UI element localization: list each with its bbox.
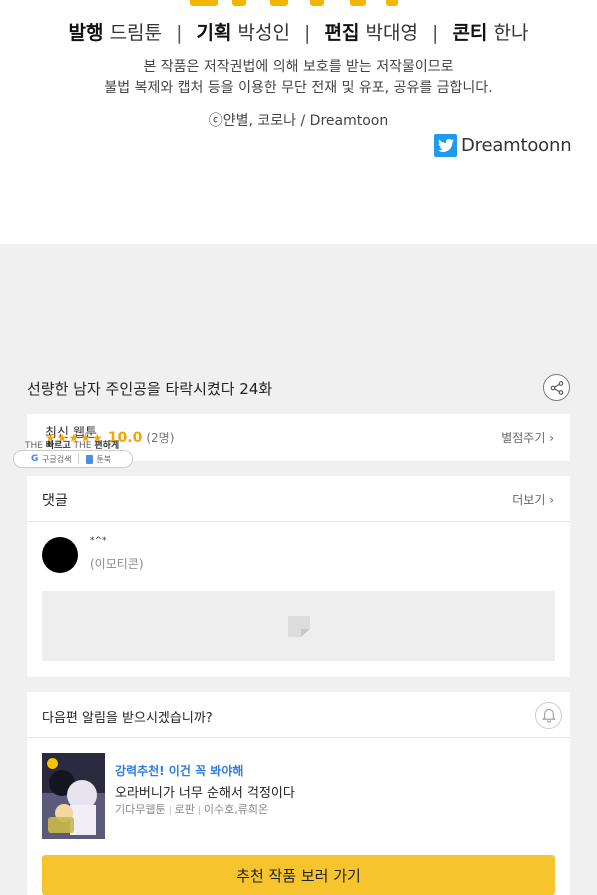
staff-credits: 발행 드림툰 | 기획 박성인 | 편집 박대영 | 콘티 한나 xyxy=(0,18,597,45)
notify-bell-button[interactable] xyxy=(535,702,562,729)
conti-label: 콘티 xyxy=(452,22,488,44)
recommend-category: 로판 xyxy=(174,803,195,816)
divider xyxy=(27,737,570,738)
episode-title: 선량한 남자 주인공을 타락시켰다 24화 xyxy=(27,380,273,398)
comments-header: 댓글 xyxy=(42,493,68,509)
edit-value: 박대영 xyxy=(365,22,418,44)
credit-separator: | xyxy=(304,22,311,44)
publish-value: 드림툰 xyxy=(109,22,163,44)
notify-card: 다음편 알림을 받으시겠습니까? 강력추천! 이건 꼭 봐야해 오라버니가 너무… xyxy=(27,692,570,895)
logo-fragment xyxy=(190,0,410,6)
comment-body: (이모티콘) xyxy=(90,557,144,571)
credit-separator: | xyxy=(176,22,183,44)
more-comments-link[interactable]: 더보기 › xyxy=(512,491,554,508)
recommend-tag: 강력추천! 이건 꼭 봐야해 xyxy=(115,764,244,778)
bell-icon xyxy=(541,708,556,723)
google-search-label[interactable]: 구글검색 xyxy=(42,454,71,465)
clock-icon xyxy=(46,757,59,770)
comment-author: *^* xyxy=(90,536,107,546)
notify-question: 다음편 알림을 받으시겠습니까? xyxy=(42,711,213,726)
toonbook-label[interactable]: 툰북 xyxy=(96,454,111,465)
notice-line-1: 본 작품은 저작권법에 의해 보호를 받는 저작물이므로 xyxy=(143,59,454,75)
search-pill[interactable]: G 구글검색 툰북 xyxy=(13,450,133,468)
edit-label: 편집 xyxy=(324,22,360,44)
recommend-genre: 기다무웹툰 xyxy=(115,803,166,816)
share-button[interactable] xyxy=(543,374,570,401)
emoticon-placeholder xyxy=(42,591,555,661)
recommend-meta: 기다무웹툰 로판 이수호,류희온 xyxy=(115,801,268,817)
publish-label: 발행 xyxy=(68,22,104,44)
recommend-authors: 이수호,류희온 xyxy=(203,803,269,816)
recommend-cta-button[interactable]: 추천 작품 보러 가기 xyxy=(42,855,555,895)
recommend-title[interactable]: 오라버니가 너무 순해서 걱정이다 xyxy=(115,782,295,801)
credit-separator: | xyxy=(432,22,439,44)
twitter-link[interactable]: Dreamtoonn xyxy=(434,134,572,157)
meta-divider xyxy=(169,805,171,815)
comments-card: 댓글 더보기 › *^* (이모티콘) xyxy=(27,476,570,677)
twitter-handle: Dreamtoonn xyxy=(461,135,572,156)
copyright-notice: 본 작품은 저작권법에 의해 보호를 받는 저작물이므로 불법 복제와 캡처 등… xyxy=(0,57,597,99)
plan-value: 박성인 xyxy=(237,22,290,44)
conti-value: 한나 xyxy=(493,22,529,44)
plan-label: 기획 xyxy=(196,22,232,44)
pill-divider xyxy=(78,454,80,464)
rating-count: (2명) xyxy=(146,431,175,445)
divider xyxy=(27,521,570,522)
twitter-icon xyxy=(434,134,457,157)
notice-line-2: 불법 복제와 캡처 등을 이용한 무단 전재 및 유포, 공유를 금합니다. xyxy=(104,80,493,96)
book-icon xyxy=(86,454,94,464)
image-placeholder-icon xyxy=(288,616,310,637)
avatar xyxy=(42,537,78,573)
share-icon xyxy=(550,380,563,395)
recommend-thumbnail[interactable] xyxy=(42,753,105,839)
rate-button[interactable]: 별점주기 › xyxy=(501,429,554,446)
credits-panel: 발행 드림툰 | 기획 박성인 | 편집 박대영 | 콘티 한나 본 작품은 저… xyxy=(0,0,597,244)
copyright-line: ⓒ얀별, 코로나 / Dreamtoon xyxy=(208,113,389,129)
google-icon: G xyxy=(31,454,39,464)
meta-divider xyxy=(198,805,200,815)
